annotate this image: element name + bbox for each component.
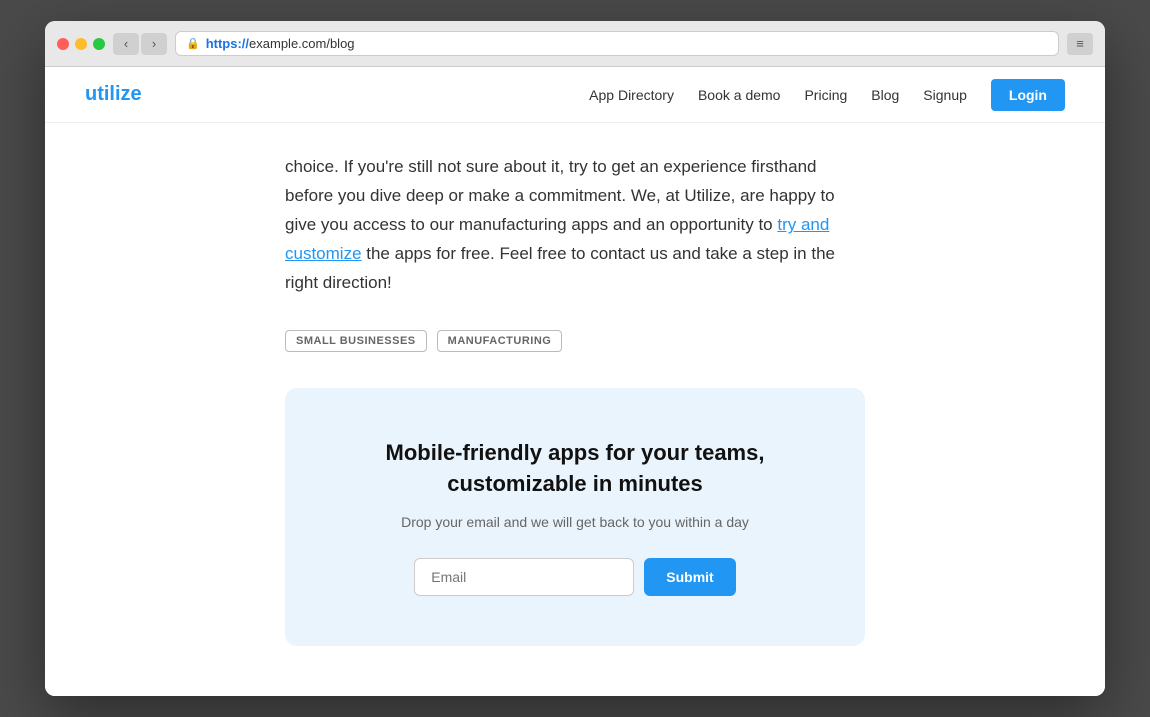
traffic-lights bbox=[57, 38, 105, 50]
nav-book-demo[interactable]: Book a demo bbox=[698, 87, 781, 103]
site-navbar: utilize App Directory Book a demo Pricin… bbox=[45, 67, 1105, 123]
login-button[interactable]: Login bbox=[991, 79, 1065, 111]
nav-app-directory[interactable]: App Directory bbox=[589, 87, 674, 103]
nav-buttons: ‹ › bbox=[113, 33, 167, 55]
tag-manufacturing[interactable]: MANUFACTURING bbox=[437, 330, 563, 352]
cta-form: Submit bbox=[325, 558, 825, 596]
nav-pricing[interactable]: Pricing bbox=[804, 87, 847, 103]
cta-box: Mobile-friendly apps for your teams, cus… bbox=[285, 388, 865, 646]
lock-icon: 🔒 bbox=[186, 37, 200, 50]
nav-blog[interactable]: Blog bbox=[871, 87, 899, 103]
site-logo: utilize bbox=[85, 83, 589, 106]
tags-area: SMALL BUSINESSES MANUFACTURING bbox=[285, 330, 865, 352]
url-text: https://example.com/blog bbox=[206, 36, 355, 51]
tag-small-businesses[interactable]: SMALL BUSINESSES bbox=[285, 330, 427, 352]
cta-subtitle: Drop your email and we will get back to … bbox=[325, 514, 825, 530]
submit-button[interactable]: Submit bbox=[644, 558, 735, 596]
forward-button[interactable]: › bbox=[141, 33, 167, 55]
browser-window: ‹ › 🔒 https://example.com/blog ≡ utilize… bbox=[45, 21, 1105, 695]
article-text-before-link: choice. If you're still not sure about i… bbox=[285, 157, 835, 234]
maximize-button[interactable] bbox=[93, 38, 105, 50]
cta-title: Mobile-friendly apps for your teams, cus… bbox=[325, 438, 825, 500]
article-text-after-link: the apps for free. Feel free to contact … bbox=[285, 244, 835, 292]
address-bar[interactable]: 🔒 https://example.com/blog bbox=[175, 31, 1059, 56]
browser-menu-button[interactable]: ≡ bbox=[1067, 33, 1093, 55]
minimize-button[interactable] bbox=[75, 38, 87, 50]
article-area: choice. If you're still not sure about i… bbox=[285, 153, 865, 645]
article-paragraph: choice. If you're still not sure about i… bbox=[285, 153, 865, 297]
site-nav: App Directory Book a demo Pricing Blog S… bbox=[589, 79, 1065, 111]
close-button[interactable] bbox=[57, 38, 69, 50]
nav-signup[interactable]: Signup bbox=[923, 87, 967, 103]
page-content: choice. If you're still not sure about i… bbox=[45, 123, 1105, 695]
browser-chrome: ‹ › 🔒 https://example.com/blog ≡ bbox=[45, 21, 1105, 67]
email-input[interactable] bbox=[414, 558, 634, 596]
back-button[interactable]: ‹ bbox=[113, 33, 139, 55]
